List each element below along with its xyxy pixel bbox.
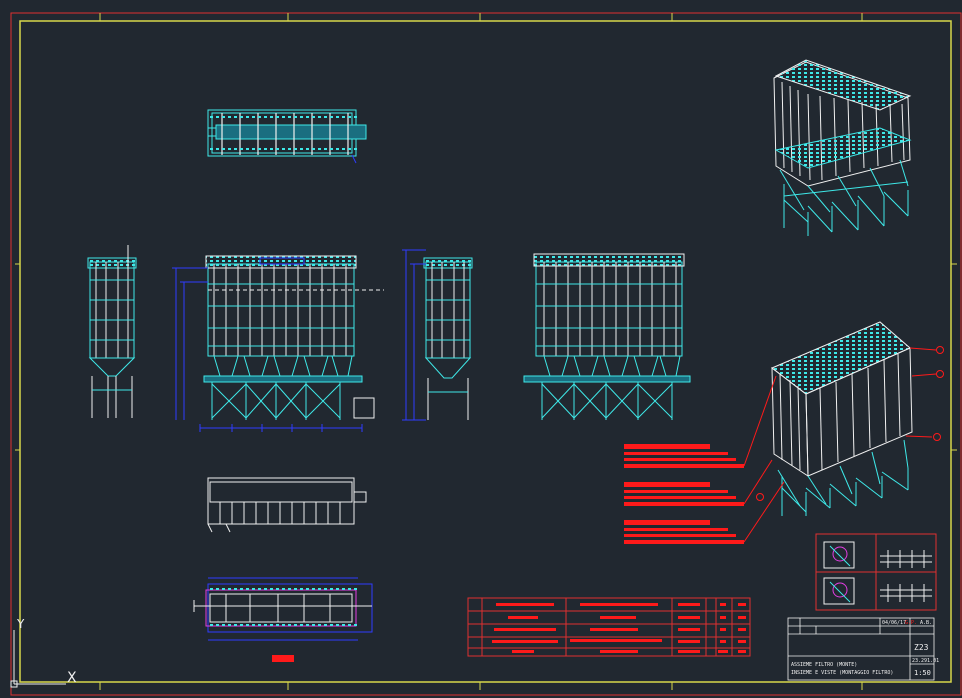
plan-view[interactable]: [207, 477, 367, 533]
parts-list-table[interactable]: [467, 597, 751, 657]
drawing-number: Z23: [914, 643, 929, 652]
ucs-x-label: X: [67, 670, 77, 686]
title-line-2: INSIEME E VISTE (MONTAGGIO FILTRO): [791, 670, 893, 676]
title-block-text: 04/06/17 G.P. A.B. Z23 23.291.01 1:50 AS…: [791, 620, 939, 677]
side-view-right[interactable]: [402, 249, 473, 421]
title-date: 04/06/17: [882, 620, 906, 626]
top-view[interactable]: [207, 109, 367, 164]
cad-drawing-canvas[interactable]: 04/06/17 G.P. A.B. Z23 23.291.01 1:50 AS…: [0, 0, 962, 698]
project-code: 23.291.01: [912, 658, 939, 664]
iso-view-lower[interactable]: [756, 321, 944, 516]
front-view[interactable]: [172, 255, 384, 432]
iso-view-upper[interactable]: [773, 59, 912, 236]
foundation-plan-view[interactable]: [193, 577, 373, 662]
connection-detail-box[interactable]: [815, 533, 937, 611]
title-line-1: ASSIEME FILTRO (MONTE): [791, 662, 857, 668]
title-checked: A.B.: [920, 620, 932, 626]
ucs-icon: Y X: [10, 617, 77, 688]
rear-view[interactable]: [523, 253, 691, 420]
side-view-left[interactable]: [87, 245, 137, 418]
annotation-callouts[interactable]: [624, 375, 785, 544]
title-designed: G.P.: [905, 620, 917, 626]
drawing-scale: 1:50: [914, 669, 931, 677]
ucs-y-label: Y: [16, 617, 25, 631]
